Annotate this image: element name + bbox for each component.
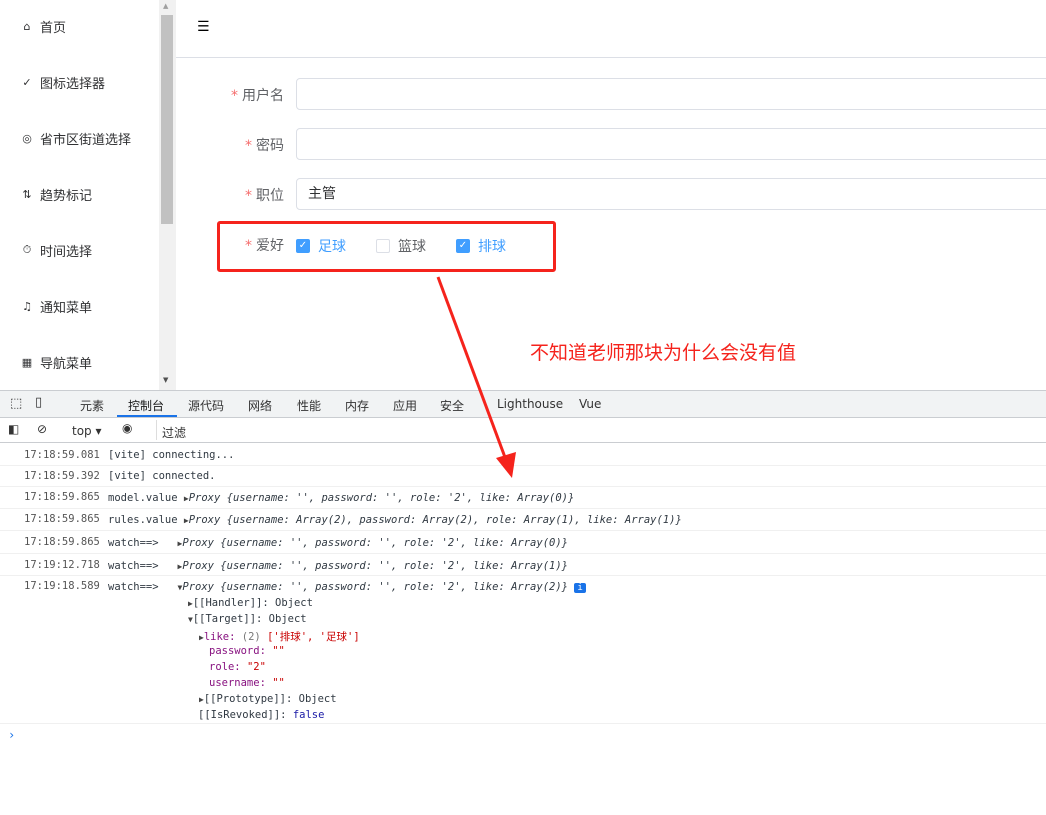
tab-console[interactable]: 控制台 <box>128 397 164 414</box>
tree-target[interactable]: ▼[[Target]]: Object <box>188 613 307 625</box>
tab-performance[interactable]: 性能 <box>297 397 321 414</box>
context-select[interactable]: top ▾ <box>72 424 102 438</box>
tab-elements[interactable]: 元素 <box>80 397 104 414</box>
password-input[interactable] <box>296 128 1046 160</box>
tree-isrevoked: [[IsRevoked]]: false <box>198 709 325 721</box>
role-select[interactable]: 主管 <box>296 178 1046 210</box>
sidebar-item-icon-picker[interactable]: ✓ 图标选择器 <box>20 72 105 92</box>
stopwatch-icon: ⏱ <box>22 243 32 256</box>
clear-console-icon[interactable]: ⊘ <box>37 422 47 436</box>
filter-input[interactable]: 过滤 <box>156 420 1046 440</box>
sidebar-item-region[interactable]: ◎ 省市区街道选择 <box>20 128 131 148</box>
tab-lighthouse[interactable]: Lighthouse <box>497 397 563 411</box>
sidebar-item-notify[interactable]: ♫ 通知菜单 <box>20 296 92 316</box>
console-log-row-expanded[interactable]: 17:19:18.589 watch==> ▼Proxy {username: … <box>0 576 1046 724</box>
console-log-row: 17:18:59.081 [vite] connecting... <box>0 445 1046 466</box>
tab-vue[interactable]: Vue <box>579 397 601 411</box>
menu-fold-icon[interactable]: ☰ <box>197 19 210 35</box>
tree-role: role: "2" <box>209 661 266 673</box>
eye-icon[interactable]: ◉ <box>122 421 132 435</box>
home-icon: ⌂ <box>23 19 31 33</box>
tree-prototype[interactable]: ▶[[Prototype]]: Object <box>199 693 337 705</box>
console-toolbar: ◧ ⊘ top ▾ ◉ 过滤 <box>0 419 1046 443</box>
tab-security[interactable]: 安全 <box>440 397 464 414</box>
tree-like[interactable]: ▶like: (2) ['排球', '足球'] <box>199 629 360 644</box>
sidebar-item-trend[interactable]: ⇅ 趋势标记 <box>20 184 92 204</box>
location-icon: ◎ <box>22 131 32 145</box>
grid-icon: ▦ <box>21 355 33 369</box>
password-label: * 密码 <box>245 138 284 154</box>
username-input[interactable] <box>296 78 1046 110</box>
sidebar-toggle-icon[interactable]: ◧ <box>8 422 19 436</box>
tree-handler[interactable]: ▶[[Handler]]: Object <box>188 597 313 609</box>
annotation-text: 不知道老师那块为什么会没有值 <box>530 342 797 364</box>
sidebar: ⌂ 首页 ✓ 图标选择器 ◎ 省市区街道选择 ⇅ 趋势标记 ⏱ 时间选择 ♫ 通知菜单 ▦ 导… <box>0 0 159 390</box>
tree-username: username: "" <box>209 677 285 689</box>
console-log-row[interactable]: 17:18:59.865 model.value ▶Proxy {username… <box>0 487 1046 509</box>
console-log-row[interactable]: 17:18:59.865 rules.value ▶Proxy {username… <box>0 509 1046 531</box>
console-log-row: 17:18:59.392 [vite] connected. <box>0 466 1046 487</box>
console-log-row[interactable]: 17:18:59.865 watch==> ▶Proxy {username: '… <box>0 531 1046 554</box>
console-prompt-icon[interactable]: › <box>8 728 15 742</box>
tab-sources[interactable]: 源代码 <box>188 397 224 414</box>
header: ☰ <box>176 0 1046 58</box>
sidebar-item-home[interactable]: ⌂ 首页 <box>20 16 67 36</box>
username-label: * 用户名 <box>231 88 284 104</box>
scroll-down-icon[interactable]: ▼ <box>163 376 168 384</box>
scroll-up-icon[interactable]: ▲ <box>163 2 168 10</box>
sidebar-item-nav[interactable]: ▦ 导航菜单 <box>20 352 92 372</box>
inspect-icon[interactable]: ⬚ <box>10 396 22 411</box>
console-log-row[interactable]: 17:19:12.718 watch==> ▶Proxy {username: '… <box>0 554 1046 576</box>
annotation-highlight-box <box>217 221 556 272</box>
sidebar-item-time[interactable]: ⏱ 时间选择 <box>20 240 92 260</box>
scrollbar-thumb[interactable] <box>161 15 173 224</box>
bell-icon: ♫ <box>22 299 32 313</box>
tree-password: password: "" <box>209 645 285 657</box>
tab-memory[interactable]: 内存 <box>345 397 369 414</box>
info-icon: i <box>574 583 586 593</box>
role-label: * 职位 <box>245 188 284 204</box>
tab-application[interactable]: 应用 <box>393 397 417 414</box>
active-tab-indicator <box>117 415 177 417</box>
check-icon: ✓ <box>22 75 32 89</box>
tab-network[interactable]: 网络 <box>248 397 272 414</box>
devtools-tabbar: ⬚ ▯ 元素 控制台 源代码 网络 性能 内存 应用 安全 Lighthouse… <box>0 391 1046 418</box>
sort-icon: ⇅ <box>22 187 32 201</box>
device-toggle-icon[interactable]: ▯ <box>35 395 42 410</box>
